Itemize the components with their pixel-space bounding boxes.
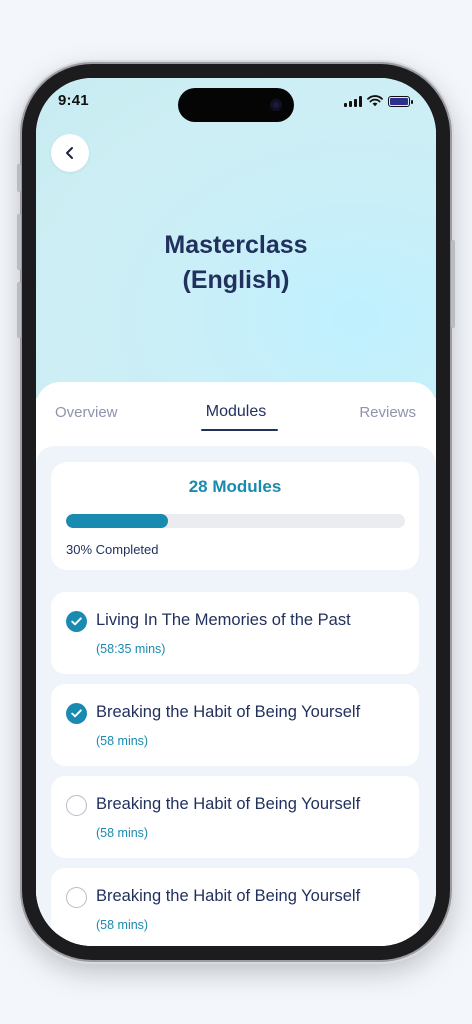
progress-bar <box>66 514 405 528</box>
volume-down-button <box>17 282 21 338</box>
module-title: Living In The Memories of the Past <box>96 611 351 629</box>
check-icon <box>66 703 87 724</box>
progress-card: 28 Modules 30% Completed <box>51 462 419 570</box>
module-duration: (58 mins) <box>96 826 149 840</box>
module-item[interactable]: Living In The Memories of the Past (58:3… <box>51 592 419 674</box>
modules-list: 28 Modules 30% Completed Living In The M… <box>36 446 436 946</box>
progress-bar-fill <box>66 514 168 528</box>
volume-up-button <box>17 214 21 270</box>
battery-icon <box>388 95 413 107</box>
phone-frame: 9:41 Masterclass (English) Overview Modu… <box>17 64 455 960</box>
wifi-icon <box>367 95 383 107</box>
modules-count: 28 Modules <box>188 477 282 496</box>
screen: 9:41 Masterclass (English) Overview Modu… <box>36 78 436 946</box>
status-time: 9:41 <box>58 92 89 109</box>
tab-bar: Overview Modules Reviews <box>36 382 436 446</box>
module-duration: (58:35 mins) <box>96 642 166 656</box>
signal-icon <box>344 95 362 107</box>
module-item[interactable]: Breaking the Habit of Being Yourself (58… <box>51 868 419 946</box>
page-title: Masterclass (English) <box>164 231 308 294</box>
check-icon <box>66 611 87 632</box>
power-button <box>451 240 455 328</box>
tab-reviews[interactable]: Reviews <box>359 404 416 421</box>
chevron-left-icon <box>66 147 73 159</box>
active-tab-indicator <box>201 429 278 431</box>
module-item[interactable]: Breaking the Habit of Being Yourself (58… <box>51 684 419 766</box>
status-bar: 9:41 <box>36 78 436 126</box>
empty-circle-icon <box>66 887 87 908</box>
module-item[interactable]: Breaking the Habit of Being Yourself (58… <box>51 776 419 858</box>
camera-icon <box>270 99 282 111</box>
module-duration: (58 mins) <box>96 734 149 748</box>
dynamic-island <box>178 88 294 122</box>
empty-circle-icon <box>66 795 87 816</box>
module-title: Breaking the Habit of Being Yourself <box>96 887 361 905</box>
content-panel: Overview Modules Reviews 28 Modules 30% … <box>36 382 436 946</box>
back-button[interactable] <box>51 134 89 172</box>
mute-switch <box>17 164 21 192</box>
module-title: Breaking the Habit of Being Yourself <box>96 795 361 813</box>
module-title: Breaking the Habit of Being Yourself <box>96 703 361 721</box>
progress-label: 30% Completed <box>66 542 159 557</box>
module-duration: (58 mins) <box>96 918 149 932</box>
status-icons <box>344 95 413 107</box>
